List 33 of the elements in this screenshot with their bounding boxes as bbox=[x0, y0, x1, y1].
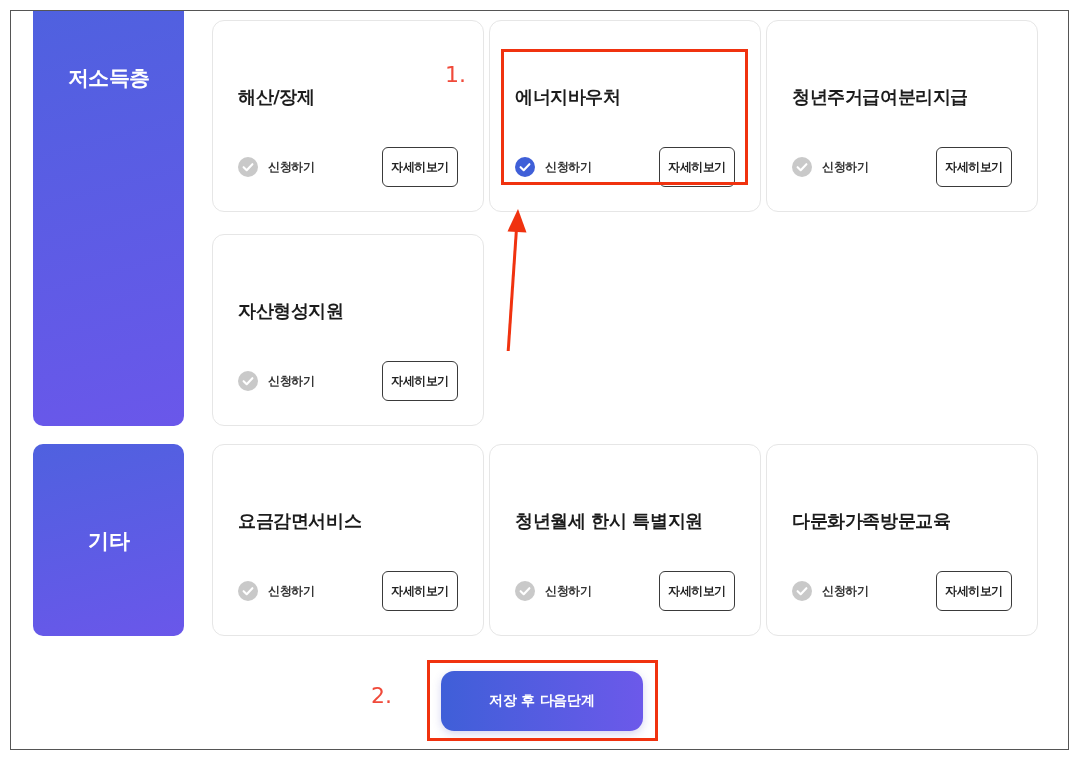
check-circle-icon[interactable] bbox=[515, 581, 535, 601]
apply-label[interactable]: 신청하기 bbox=[268, 372, 315, 390]
check-circle-icon[interactable] bbox=[238, 157, 258, 177]
annotation-number: 1. bbox=[445, 63, 466, 87]
check-circle-icon[interactable] bbox=[515, 157, 535, 177]
annotation-number: 2. bbox=[371, 684, 392, 708]
details-button[interactable]: 자세히보기 bbox=[382, 361, 458, 401]
service-title: 자산형성지원 bbox=[238, 299, 344, 323]
check-circle-icon[interactable] bbox=[238, 371, 258, 391]
apply-label[interactable]: 신청하기 bbox=[545, 158, 592, 176]
service-title: 다문화가족방문교육 bbox=[792, 509, 951, 533]
details-button[interactable]: 자세히보기 bbox=[382, 571, 458, 611]
details-button[interactable]: 자세히보기 bbox=[659, 571, 735, 611]
service-title: 해산/장제 bbox=[238, 85, 315, 109]
details-button[interactable]: 자세히보기 bbox=[936, 571, 1012, 611]
details-button[interactable]: 자세히보기 bbox=[382, 147, 458, 187]
details-button[interactable]: 자세히보기 bbox=[659, 147, 735, 187]
save-next-button[interactable]: 저장 후 다음단계 bbox=[441, 671, 643, 731]
service-title: 에너지바우처 bbox=[515, 85, 621, 109]
apply-label[interactable]: 신청하기 bbox=[822, 582, 869, 600]
check-circle-icon[interactable] bbox=[792, 581, 812, 601]
apply-label[interactable]: 신청하기 bbox=[268, 582, 315, 600]
apply-label[interactable]: 신청하기 bbox=[545, 582, 592, 600]
service-title: 요금감면서비스 bbox=[238, 509, 362, 533]
details-button[interactable]: 자세히보기 bbox=[936, 147, 1012, 187]
apply-label[interactable]: 신청하기 bbox=[822, 158, 869, 176]
category-label: 기타 bbox=[88, 528, 129, 554]
apply-label[interactable]: 신청하기 bbox=[268, 158, 315, 176]
check-circle-icon[interactable] bbox=[792, 157, 812, 177]
check-circle-icon[interactable] bbox=[238, 581, 258, 601]
category-label: 저소득층 bbox=[67, 65, 150, 91]
service-title: 청년월세 한시 특별지원 bbox=[515, 509, 703, 533]
service-title: 청년주거급여분리지급 bbox=[792, 85, 968, 109]
